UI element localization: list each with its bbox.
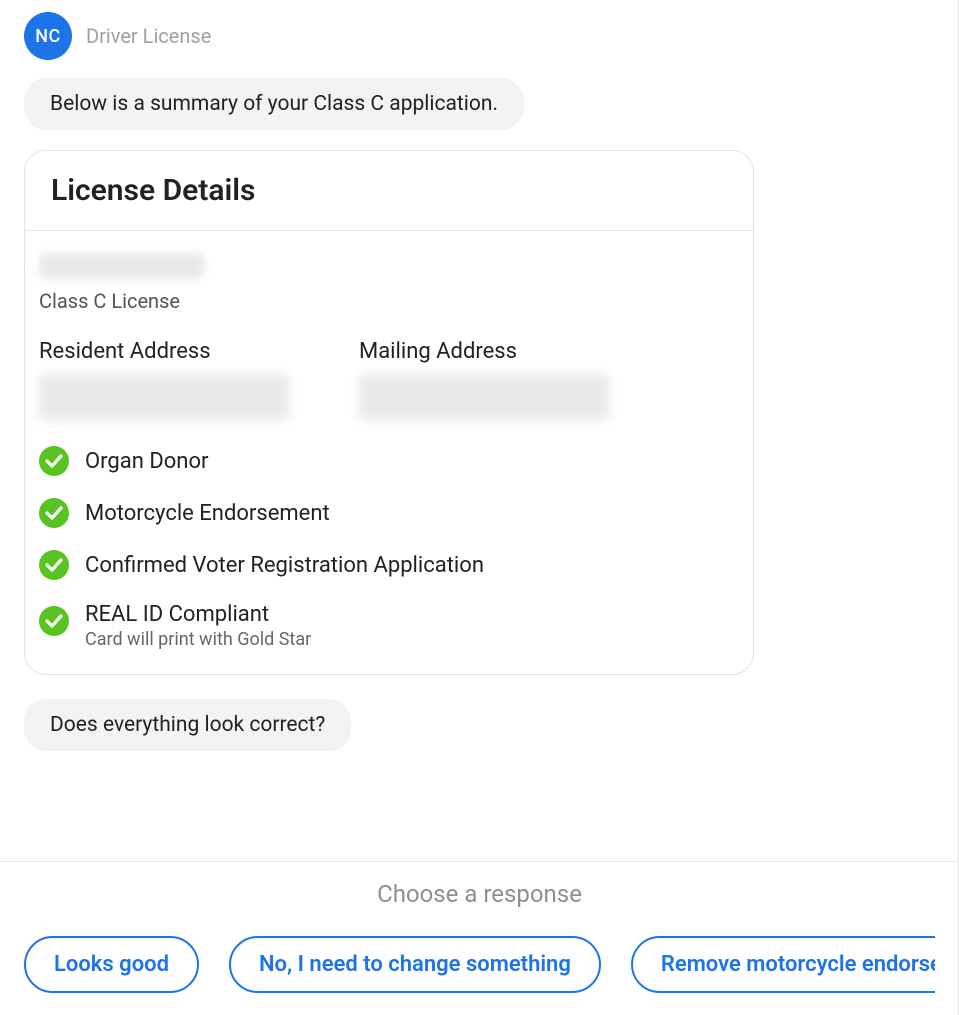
page-title: Driver License — [86, 24, 211, 48]
check-icon — [39, 498, 69, 528]
response-bar: Choose a response Looks good No, I need … — [0, 861, 959, 1015]
feature-label: Motorcycle Endorsement — [85, 501, 330, 526]
response-prompt: Choose a response — [24, 880, 935, 908]
avatar: NC — [24, 12, 72, 60]
redacted-resident-address — [39, 374, 289, 420]
change-something-button[interactable]: No, I need to change something — [229, 936, 601, 993]
remove-motorcycle-button[interactable]: Remove motorcycle endorsement — [631, 936, 935, 993]
check-icon — [39, 550, 69, 580]
feature-voter-registration: Confirmed Voter Registration Application — [39, 550, 739, 580]
check-icon — [39, 446, 69, 476]
feature-list: Organ Donor Motorcycle Endorsement Confi… — [39, 446, 739, 650]
feature-motorcycle: Motorcycle Endorsement — [39, 498, 739, 528]
response-button-row: Looks good No, I need to change somethin… — [24, 936, 935, 993]
message-intro: Below is a summary of your Class C appli… — [24, 78, 524, 130]
feature-organ-donor: Organ Donor — [39, 446, 739, 476]
redacted-mailing-address — [359, 374, 609, 420]
mailing-address-block: Mailing Address — [359, 339, 609, 420]
check-icon — [39, 606, 69, 636]
chat-header: NC Driver License — [24, 12, 935, 60]
resident-address-label: Resident Address — [39, 339, 289, 364]
feature-label: REAL ID Compliant — [85, 602, 311, 627]
looks-good-button[interactable]: Looks good — [24, 936, 199, 993]
license-details-card: License Details Class C License Resident… — [24, 150, 754, 675]
feature-real-id: REAL ID Compliant Card will print with G… — [39, 602, 739, 650]
redacted-name — [39, 253, 204, 279]
feature-subtext: Card will print with Gold Star — [85, 629, 311, 650]
card-header: License Details — [25, 151, 753, 231]
message-confirm: Does everything look correct? — [24, 699, 351, 751]
card-title: License Details — [51, 173, 727, 208]
avatar-initials: NC — [35, 26, 61, 47]
license-type: Class C License — [39, 289, 739, 313]
feature-label: Organ Donor — [85, 449, 208, 474]
feature-label: Confirmed Voter Registration Application — [85, 553, 484, 578]
mailing-address-label: Mailing Address — [359, 339, 609, 364]
resident-address-block: Resident Address — [39, 339, 289, 420]
